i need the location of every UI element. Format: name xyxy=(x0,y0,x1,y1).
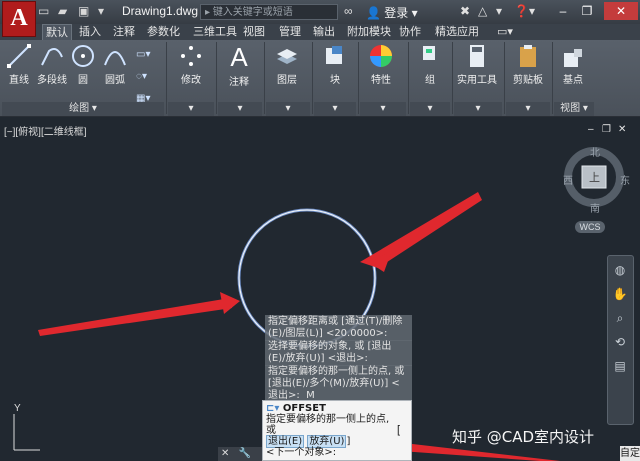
command-prompt-box[interactable]: ⊏▾ OFFSET 指定要偏移的那一侧上的点, 或 退出(E) 放弃(U)] <… xyxy=(262,400,412,461)
command-header: ⊏▾ OFFSET xyxy=(263,401,411,414)
history-line: (E)/放弃(U)] <退出>: xyxy=(268,353,368,364)
compass-west[interactable]: 西 xyxy=(563,172,573,187)
history-line: (E)/图层(L)] <20.0000>: xyxy=(268,328,388,339)
wcs-menu[interactable]: WCS xyxy=(575,221,605,233)
viewcube-top-label[interactable]: 上 xyxy=(589,169,600,185)
command-history-3: 指定要偏移的那一侧上的点, 或 [退出(E)/多个(M)/放弃(U)] < 退出… xyxy=(265,365,412,403)
command-icon: ⊏▾ xyxy=(266,403,280,414)
compass-south[interactable]: 南 xyxy=(590,200,600,215)
orbit-icon[interactable]: ⟲ xyxy=(612,334,628,350)
application-menu-button[interactable]: A xyxy=(2,1,36,37)
prompt-bracket: ] xyxy=(346,436,351,447)
command-name: OFFSET xyxy=(282,403,326,414)
close-command-icon[interactable]: ✕ xyxy=(221,448,229,459)
command-prompt: 指定要偏移的那一侧上的点, 或 退出(E) 放弃(U)] <下一个对象>: xyxy=(263,414,411,458)
arrow-annotation-right xyxy=(360,192,482,268)
history-line: 选择要偏移的对象, 或 [退出 xyxy=(268,341,392,352)
command-open-bracket: [ xyxy=(397,424,401,436)
history-line: 指定偏移距离或 [通过(T)/删除 xyxy=(268,316,403,327)
showmotion-icon[interactable]: ▤ xyxy=(612,358,628,374)
customize-command-icon[interactable]: 🔧 xyxy=(238,448,250,459)
navigation-bar: ◍ ✋ ⌕ ⟲ ▤ xyxy=(607,255,634,425)
history-line: 指定要偏移的那一侧上的点, 或 xyxy=(268,366,405,377)
command-line-toolbar: ✕ 🔧 xyxy=(218,447,262,461)
watermark: 知乎 @CAD室内设计 xyxy=(452,428,595,446)
arrow-head-left xyxy=(220,292,240,314)
command-history-2: 选择要偏移的对象, 或 [退出 (E)/放弃(U)] <退出>: xyxy=(265,340,412,366)
next-object-text: <下一个对象>: xyxy=(266,447,337,458)
compass-north[interactable]: 北 xyxy=(590,144,600,159)
command-history-1: 指定偏移距离或 [通过(T)/删除 (E)/图层(L)] <20.0000>: xyxy=(265,315,412,341)
prompt-text: 指定要偏移的那一侧上的点, xyxy=(266,414,390,425)
customize-status-button[interactable]: 自定 xyxy=(620,446,640,461)
ucs-y-label: Y xyxy=(14,403,21,414)
pan-icon[interactable]: ✋ xyxy=(612,286,628,302)
zoom-extents-icon[interactable]: ⌕ xyxy=(612,310,628,326)
history-line: [退出(E)/多个(M)/放弃(U)] < xyxy=(268,378,400,389)
arrow-annotation-left xyxy=(38,298,232,336)
compass-east[interactable]: 东 xyxy=(620,172,630,187)
steering-wheel-icon[interactable]: ◍ xyxy=(612,262,628,278)
